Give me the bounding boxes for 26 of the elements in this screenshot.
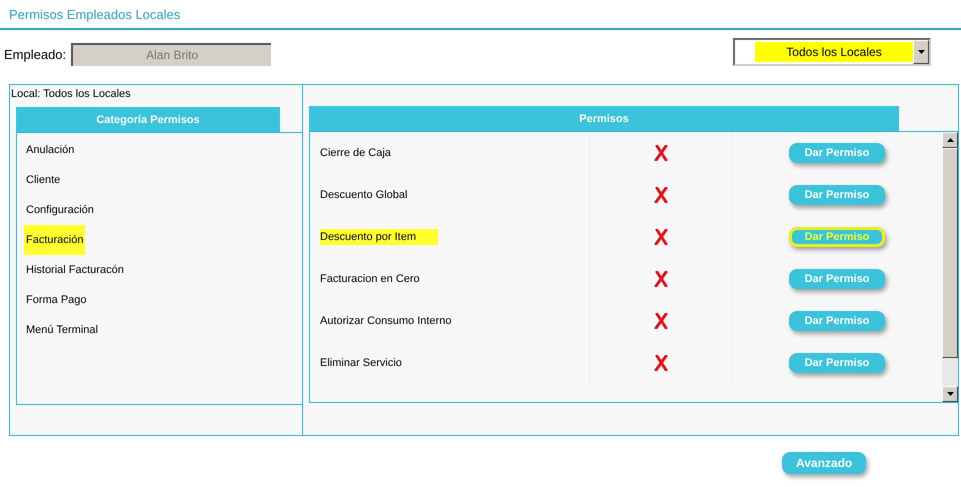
page-title: Permisos Empleados Locales	[9, 6, 180, 22]
employee-label: Empleado:	[4, 46, 66, 62]
category-item[interactable]: Configuración	[24, 195, 96, 225]
permission-name: Descuento por Item	[320, 229, 438, 245]
permission-name: Autorizar Consumo Interno	[320, 315, 452, 327]
caret-icon	[918, 50, 924, 54]
category-item[interactable]: Historial Facturacón	[24, 255, 126, 285]
scrollbar[interactable]	[942, 132, 958, 402]
scroll-down-button[interactable]	[942, 386, 958, 402]
permission-name: Cierre de Caja	[320, 147, 391, 159]
scroll-thumb[interactable]	[942, 148, 958, 358]
triangle-up-icon	[946, 138, 954, 142]
permissions-header: Permisos	[309, 106, 899, 131]
scroll-up-button[interactable]	[942, 132, 958, 148]
permission-name: Descuento Global	[320, 189, 408, 201]
category-item[interactable]: Facturación	[24, 225, 86, 255]
category-item[interactable]: Anulación	[24, 135, 76, 165]
category-item[interactable]: Cliente	[24, 165, 62, 195]
permission-name: Eliminar Servicio	[320, 357, 402, 369]
local-dropdown[interactable]: Todos los Locales	[733, 38, 931, 66]
local-label: Local: Todos los Locales	[11, 88, 131, 100]
category-item[interactable]: Forma Pago	[24, 285, 89, 315]
triangle-down-icon	[946, 392, 954, 396]
category-item[interactable]: Menú Terminal	[24, 315, 100, 345]
category-header: Categoría Permisos	[16, 107, 280, 132]
permission-name: Facturacion en Cero	[320, 273, 420, 285]
